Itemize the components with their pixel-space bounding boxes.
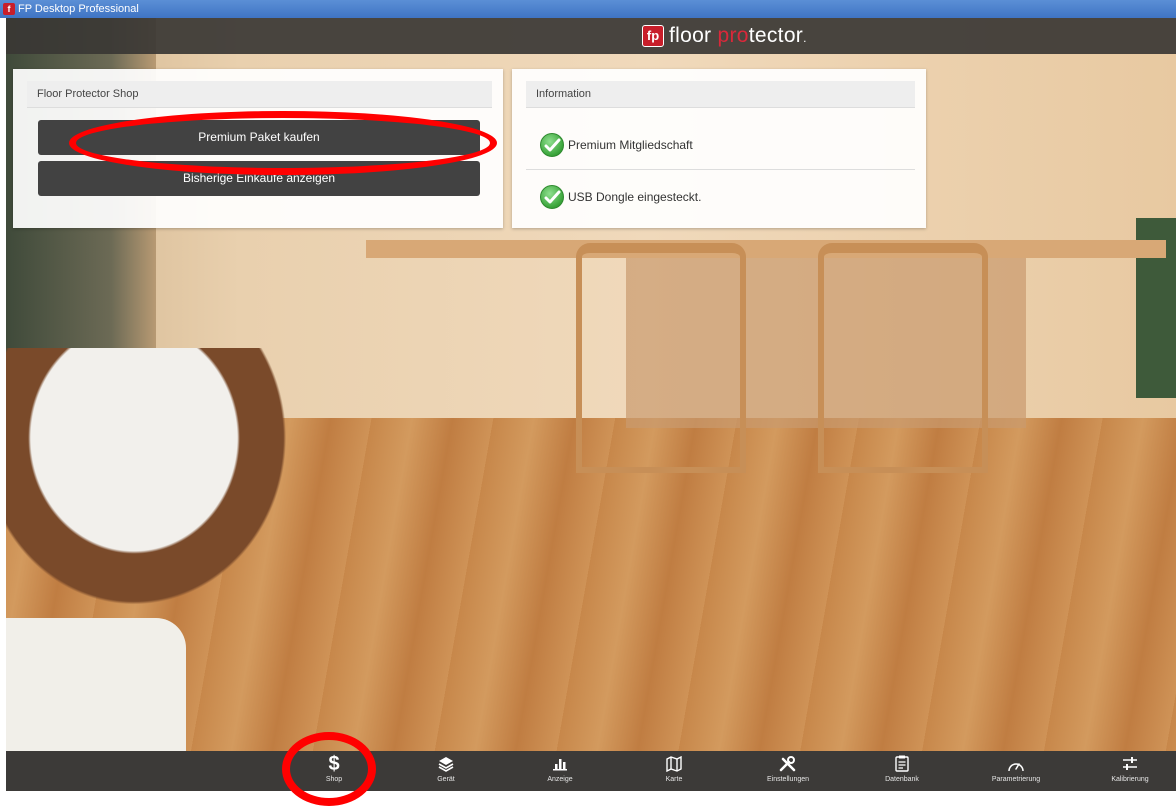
brand-logo: fp floor protector. [642, 24, 807, 48]
window-titlebar[interactable]: f FP Desktop Professional [0, 0, 1176, 18]
shop-panel: Floor Protector Shop Premium Paket kaufe… [13, 69, 503, 228]
info-item-premium: Premium Mitgliedschaft [526, 120, 915, 170]
nav-item-label: Kalibrierung [1111, 776, 1149, 783]
chair-left [576, 243, 746, 473]
clipboard-icon [862, 751, 942, 775]
nav-item-label: Parametrierung [991, 776, 1041, 783]
nav-item-datenbank[interactable]: Datenbank [862, 751, 942, 791]
nav-item-parametrierung[interactable]: Parametrierung [976, 751, 1056, 791]
nav-item-shop[interactable]: $ Shop [294, 751, 374, 791]
app-header: fp floor protector. [6, 18, 1176, 54]
map-icon [634, 751, 714, 775]
info-item-dongle: USB Dongle eingesteckt. [526, 172, 915, 222]
nav-item-label: Gerät [437, 776, 455, 783]
gauge-icon [976, 751, 1056, 775]
logo-text: floor protector. [669, 24, 807, 47]
table-top [366, 240, 1166, 258]
tools-icon [748, 751, 828, 775]
nav-item-geraet[interactable]: Gerät [406, 751, 486, 791]
buy-premium-button[interactable]: Premium Paket kaufen [38, 120, 480, 155]
white-throw [6, 618, 186, 751]
nav-item-label: Anzeige [547, 776, 573, 783]
nav-item-label: Einstellungen [766, 776, 810, 783]
layers-icon [406, 751, 486, 775]
lounge-chair [6, 348, 326, 648]
info-item-label: Premium Mitgliedschaft [568, 137, 693, 152]
sliders-icon [1090, 751, 1170, 775]
info-panel-title: Information [526, 81, 915, 108]
check-circle-icon [540, 185, 564, 209]
info-item-label: USB Dongle eingesteckt. [568, 190, 702, 204]
logo-mark-icon: fp [642, 25, 664, 47]
nav-item-kalibrierung[interactable]: Kalibrierung [1090, 751, 1170, 791]
shop-panel-title: Floor Protector Shop [27, 81, 492, 108]
bar-chart-icon [520, 751, 600, 775]
nav-item-karte[interactable]: Karte [634, 751, 714, 791]
nav-item-label: Datenbank [885, 776, 919, 783]
chair-right [818, 243, 988, 473]
info-panel: Information Premium Mitgliedschaft USB D… [512, 69, 926, 228]
dollar-icon: $ [328, 753, 340, 775]
purchase-history-button[interactable]: Bisherige Einkäufe anzeigen [38, 161, 480, 196]
nav-item-einstellungen[interactable]: Einstellungen [748, 751, 828, 791]
nav-item-label: Karte [665, 776, 683, 783]
app-icon: f [3, 3, 15, 15]
check-circle-icon [540, 132, 564, 157]
nav-item-anzeige[interactable]: Anzeige [520, 751, 600, 791]
nav-item-label: Shop [325, 776, 343, 783]
bottom-nav: $ Shop Gerät Anzeige Karte Einstellungen… [6, 751, 1176, 791]
window-title: FP Desktop Professional [18, 3, 139, 15]
bottom-strip [0, 791, 1176, 809]
